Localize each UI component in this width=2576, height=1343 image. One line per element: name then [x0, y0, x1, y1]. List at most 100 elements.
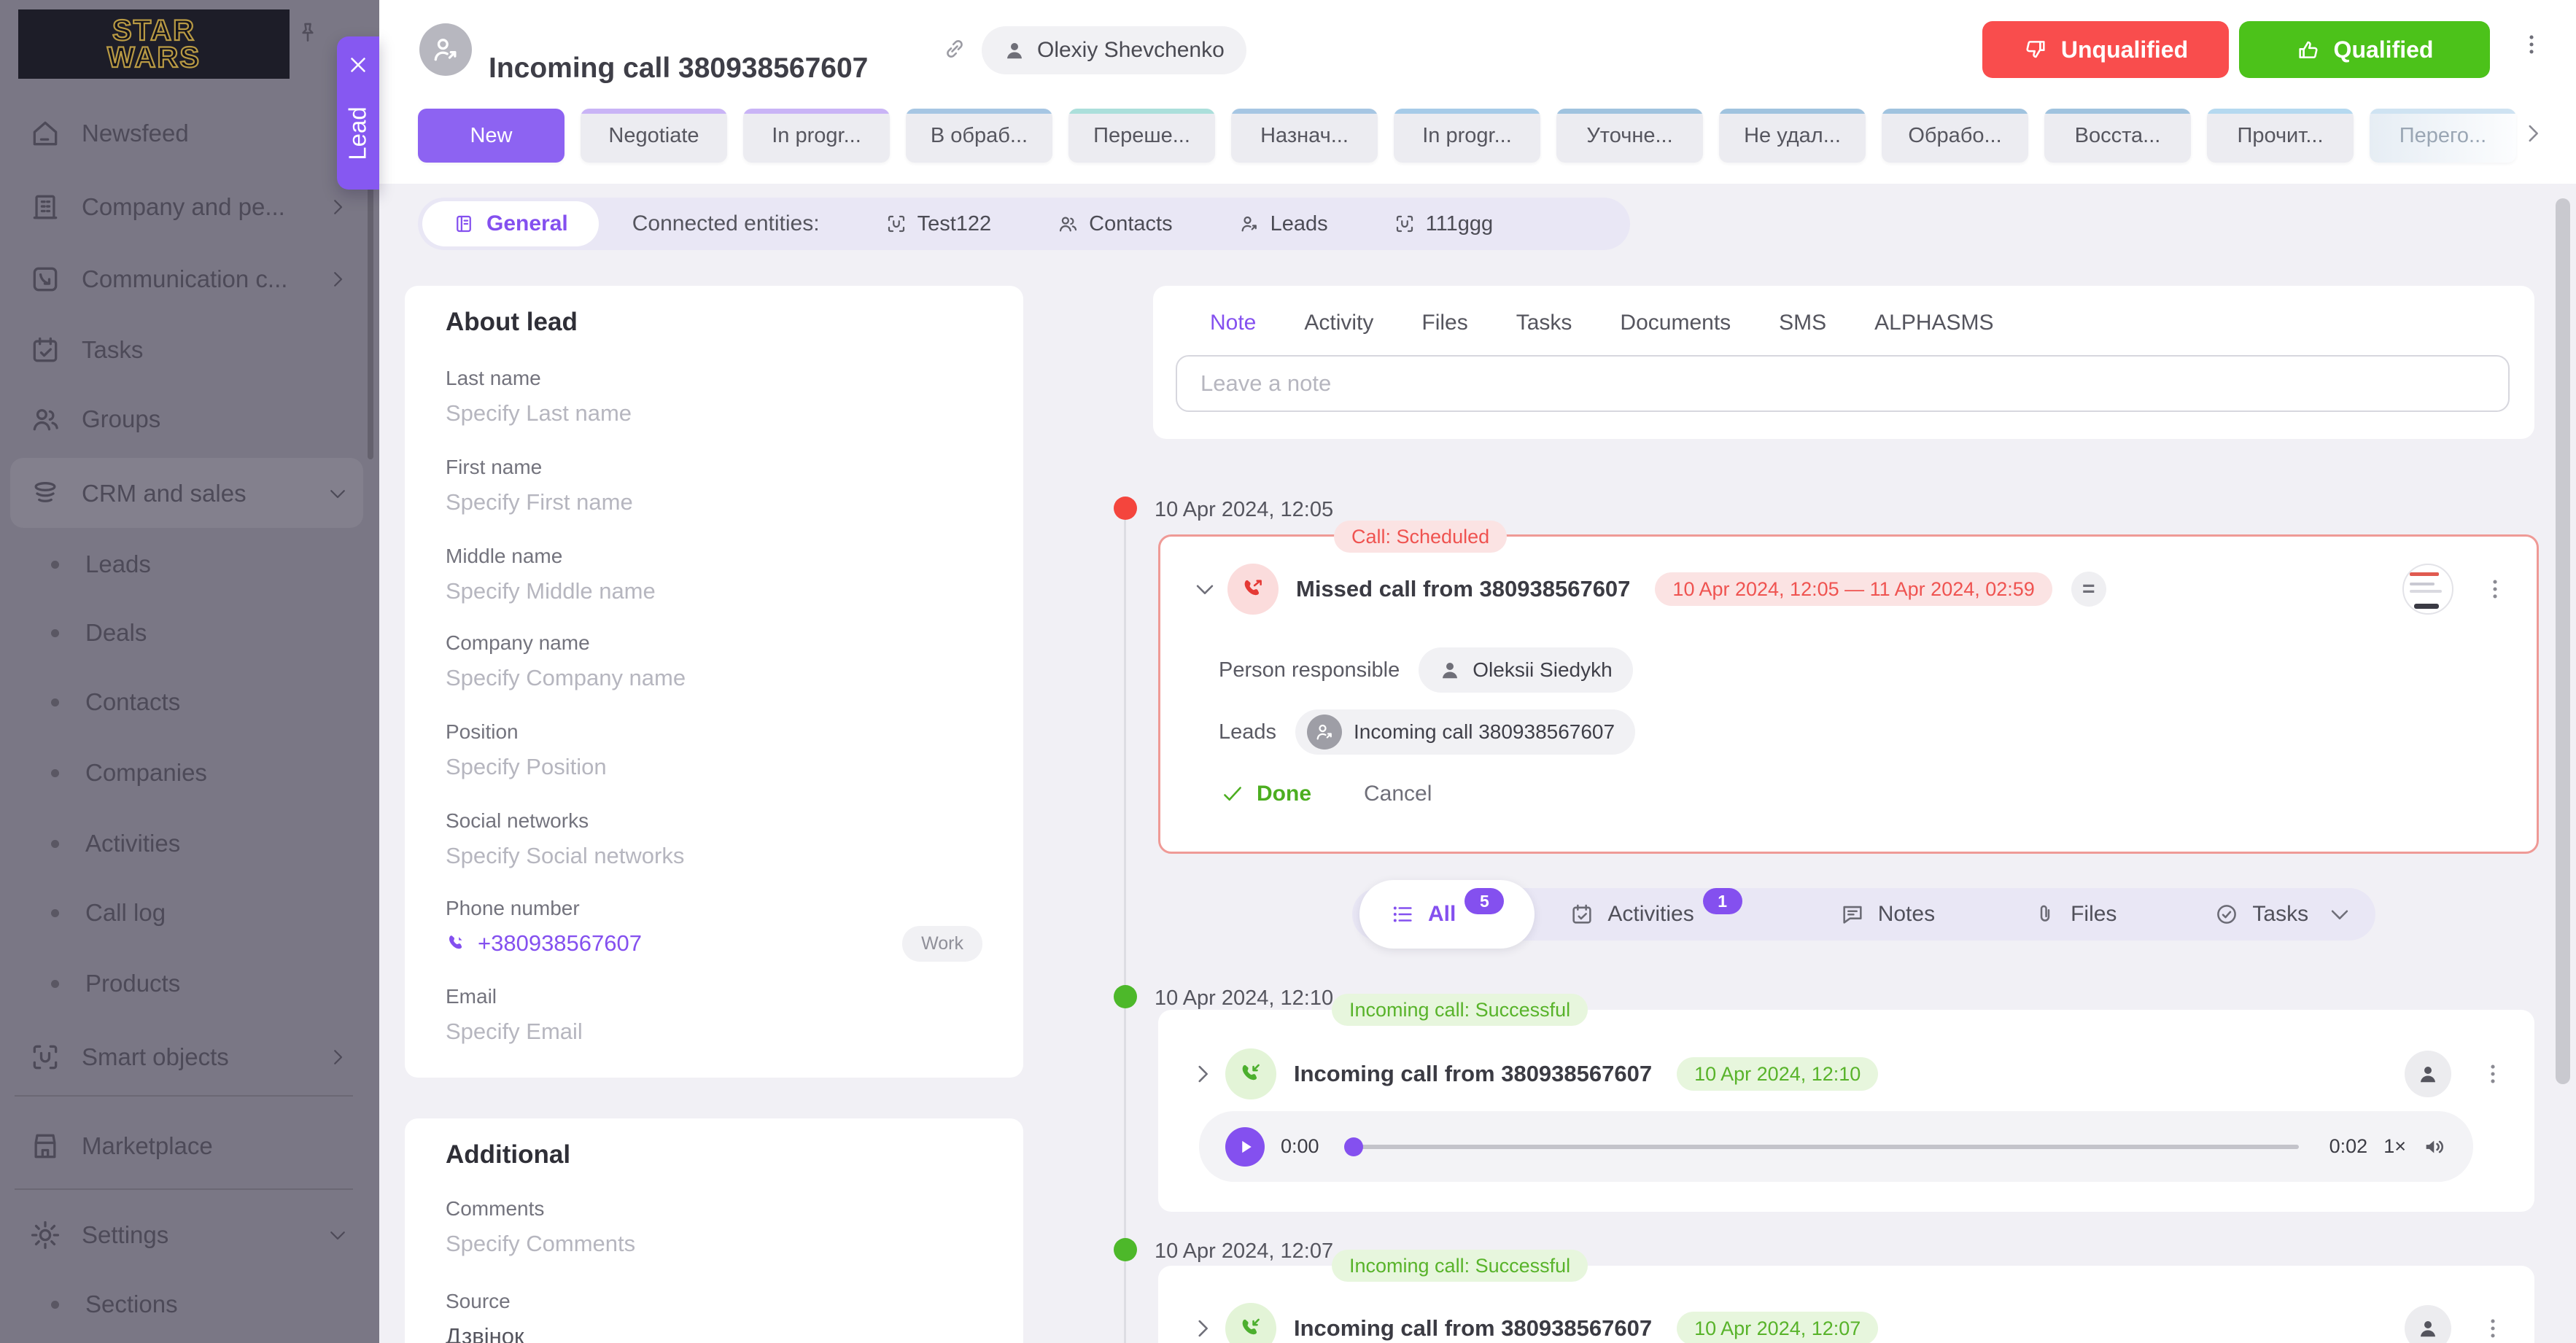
card-more-menu-icon[interactable] — [2483, 577, 2507, 602]
sidebar-item-company-and-people[interactable]: Company and pe... — [29, 182, 349, 233]
audio-playback-rate[interactable]: 1× — [2383, 1135, 2406, 1158]
unqualified-button[interactable]: Unqualified — [1982, 21, 2229, 78]
header-more-menu-icon[interactable] — [2519, 32, 2544, 57]
stage-in-progress-2[interactable]: In progr... — [1394, 109, 1540, 163]
sidebar-item-crm-and-sales[interactable]: CRM and sales — [29, 468, 349, 519]
sidebar-item-contacts[interactable]: Contacts — [29, 677, 371, 728]
entity-111ggg[interactable]: 111ggg — [1394, 212, 1493, 236]
field-comments[interactable]: Comments Specify Comments — [446, 1197, 982, 1257]
tab-sms[interactable]: SMS — [1779, 311, 1826, 335]
field-source[interactable]: Source Дзвінок — [446, 1290, 982, 1343]
stage-naznach[interactable]: Назнач... — [1231, 109, 1378, 163]
main-scrollbar[interactable] — [2556, 198, 2570, 1084]
qualified-button[interactable]: Qualified — [2239, 21, 2490, 78]
sidebar-item-companies[interactable]: Companies — [29, 747, 371, 798]
field-email[interactable]: Email Specify Email — [446, 985, 982, 1045]
stage-prochit[interactable]: Прочит... — [2207, 109, 2354, 163]
sidebar-item-sections[interactable]: Sections — [29, 1279, 371, 1330]
stages-scroll-right-icon[interactable] — [2521, 121, 2545, 146]
person-responsible-chip[interactable]: Oleksii Siedykh — [1419, 647, 1632, 693]
field-phone-number[interactable]: Phone number +380938567607 Work — [446, 897, 982, 957]
stage-ne-udal[interactable]: Не удал... — [1719, 109, 1866, 163]
stage-pereshe[interactable]: Переше... — [1068, 109, 1215, 163]
field-placeholder[interactable]: Specify Social networks — [446, 843, 982, 869]
field-placeholder[interactable]: Specify Last name — [446, 400, 982, 427]
audio-progress-knob[interactable] — [1344, 1137, 1363, 1156]
tab-documents[interactable]: Documents — [1620, 311, 1731, 335]
stage-in-progress-1[interactable]: In progr... — [743, 109, 890, 163]
stage-utochne[interactable]: Уточне... — [1556, 109, 1703, 163]
field-middle-name[interactable]: Middle name Specify Middle name — [446, 545, 982, 604]
card-more-menu-icon[interactable] — [2480, 1316, 2505, 1341]
filter-files[interactable]: Files — [2033, 902, 2117, 927]
sidebar-item-products[interactable]: Products — [29, 958, 371, 1009]
pin-sidebar-icon[interactable] — [295, 20, 320, 45]
entity-contacts[interactable]: Contacts — [1057, 212, 1172, 236]
stage-negotiate[interactable]: Negotiate — [581, 109, 727, 163]
filter-label: Notes — [1878, 902, 1935, 927]
entity-leads[interactable]: Leads — [1238, 212, 1328, 236]
field-company-name[interactable]: Company name Specify Company name — [446, 631, 982, 691]
filter-notes[interactable]: Notes — [1840, 902, 1935, 927]
lead-chip[interactable]: Incoming call 380938567607 — [1295, 709, 1635, 755]
volume-icon[interactable] — [2422, 1134, 2447, 1159]
tab-activity[interactable]: Activity — [1304, 311, 1373, 335]
priority-icon[interactable]: = — [2071, 572, 2106, 607]
field-last-name[interactable]: Last name Specify Last name — [446, 367, 982, 427]
field-placeholder[interactable]: Specify Company name — [446, 665, 982, 691]
avatar[interactable] — [2405, 1051, 2451, 1097]
sidebar-item-smart-objects[interactable]: Smart objects — [29, 1032, 349, 1083]
collapse-icon[interactable] — [1192, 577, 1217, 602]
field-placeholder[interactable]: Specify First name — [446, 489, 982, 515]
tab-files[interactable]: Files — [1421, 311, 1467, 335]
attachment-thumbnail[interactable] — [2402, 564, 2453, 615]
field-placeholder[interactable]: Specify Middle name — [446, 578, 982, 604]
lead-panel-tab[interactable]: Lead — [337, 36, 379, 190]
filter-all[interactable]: All 5 — [1359, 880, 1535, 949]
phone-number-link[interactable]: +380938567607 — [478, 930, 642, 957]
cancel-button[interactable]: Cancel — [1364, 782, 1432, 806]
stage-v-obrab[interactable]: В обраб... — [906, 109, 1052, 163]
close-icon[interactable] — [346, 52, 371, 77]
avatar[interactable] — [2405, 1305, 2451, 1343]
stage-perego[interactable]: Перего... — [2370, 109, 2516, 163]
field-social-networks[interactable]: Social networks Specify Social networks — [446, 809, 982, 869]
owner-chip[interactable]: Olexiy Shevchenko — [982, 26, 1246, 74]
sidebar-item-activities[interactable]: Activities — [29, 818, 371, 869]
audio-progress-track[interactable] — [1350, 1145, 2299, 1149]
field-placeholder[interactable]: Specify Email — [446, 1019, 982, 1045]
filter-tasks[interactable]: Tasks — [2214, 902, 2308, 927]
filter-expand-icon[interactable] — [2327, 902, 2352, 927]
note-input[interactable] — [1176, 355, 2510, 412]
copy-link-icon[interactable] — [942, 36, 967, 61]
stage-obrabo[interactable]: Обрабо... — [1882, 109, 2028, 163]
field-placeholder[interactable]: Specify Position — [446, 754, 982, 780]
stage-new[interactable]: New — [418, 109, 565, 163]
sidebar-item-communication-channels[interactable]: Communication c... — [29, 254, 349, 305]
sidebar-item-tasks[interactable]: Tasks — [29, 324, 349, 375]
field-placeholder[interactable]: Specify Comments — [446, 1231, 982, 1257]
done-button[interactable]: Done — [1220, 782, 1311, 806]
sidebar-item-settings[interactable]: Settings — [29, 1210, 349, 1261]
sidebar-item-groups[interactable]: Groups — [29, 394, 349, 445]
field-position[interactable]: Position Specify Position — [446, 720, 982, 780]
expand-icon[interactable] — [1190, 1316, 1215, 1341]
field-first-name[interactable]: First name Specify First name — [446, 456, 982, 515]
sidebar-item-newsfeed[interactable]: Newsfeed — [29, 108, 349, 159]
sidebar-item-call-log[interactable]: Call log — [29, 887, 371, 938]
sidebar-item-deals[interactable]: Deals — [29, 607, 371, 658]
workspace-logo[interactable]: STAR WARS — [18, 9, 290, 79]
tab-note[interactable]: Note — [1210, 311, 1256, 335]
sidebar-item-leads[interactable]: Leads — [29, 539, 371, 590]
card-more-menu-icon[interactable] — [2480, 1062, 2505, 1086]
filter-activities[interactable]: Activities 1 — [1570, 901, 1742, 927]
expand-icon[interactable] — [1190, 1062, 1215, 1086]
sidebar-item-marketplace[interactable]: Marketplace — [29, 1121, 349, 1172]
tab-general[interactable]: General — [422, 201, 599, 246]
field-value[interactable]: Дзвінок — [446, 1323, 982, 1343]
tab-alphasms[interactable]: ALPHASMS — [1874, 311, 1993, 335]
entity-test122[interactable]: Test122 — [885, 212, 992, 236]
tab-tasks[interactable]: Tasks — [1516, 311, 1572, 335]
stage-vossta[interactable]: Восста... — [2044, 109, 2191, 163]
play-button[interactable] — [1225, 1127, 1265, 1167]
